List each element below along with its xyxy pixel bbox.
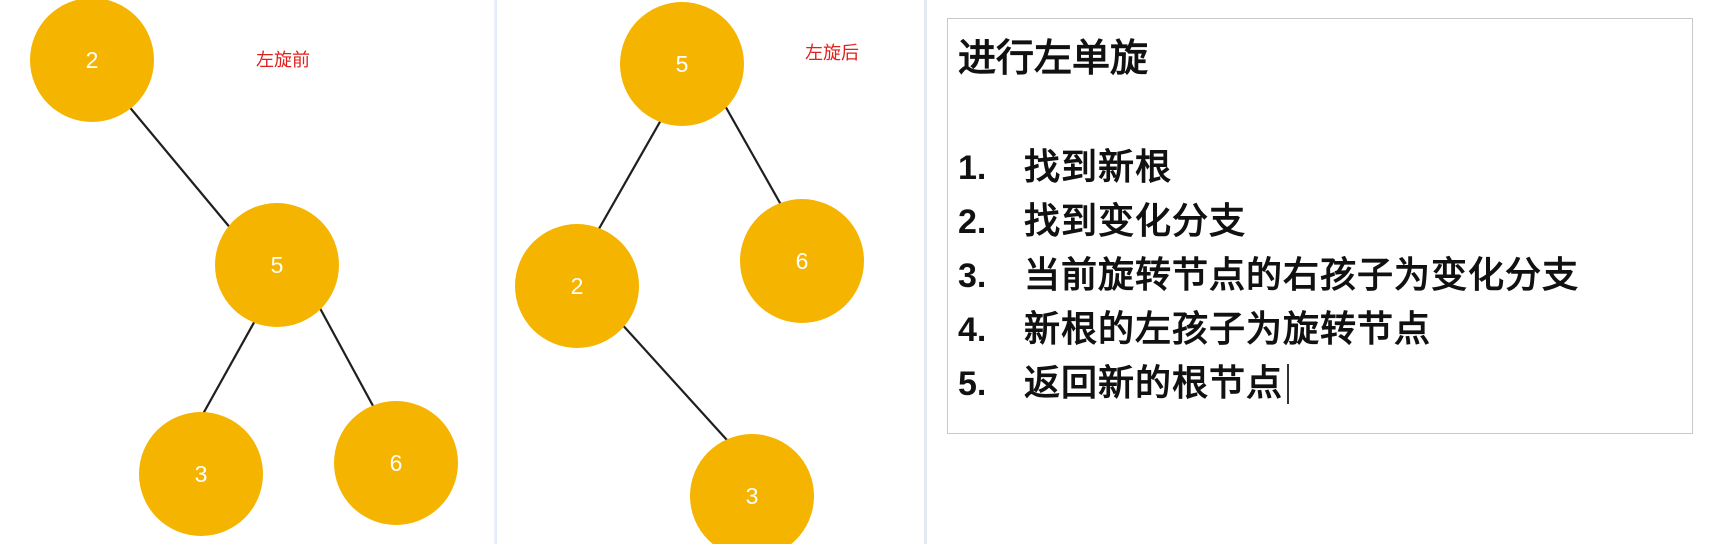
step-number: 3. — [958, 257, 987, 295]
step-text: 返回新的根节点 — [1024, 363, 1284, 404]
step-item: 3. 当前旋转节点的右孩子为变化分支 — [958, 249, 1682, 303]
tree-after-diagram: 5 2 6 3 左旋后 — [515, 2, 864, 544]
edge-2-3 — [608, 309, 737, 451]
step-number: 4. — [958, 311, 987, 349]
steps-list: 1. 找到新根 2. 找到变化分支 3. 当前旋转节点的右孩子为变化分支 4. … — [958, 141, 1682, 411]
step-number: 1. — [958, 149, 987, 187]
text-cursor — [1287, 364, 1290, 404]
step-item: 1. 找到新根 — [958, 141, 1682, 195]
node-2-label: 2 — [86, 47, 99, 73]
tree-before-diagram: 2 5 3 6 左旋前 — [30, 0, 458, 536]
caption-after: 左旋后 — [805, 43, 859, 64]
stage: 2 5 3 6 左旋前 5 2 6 3 左旋后 进行左单旋 1. 找到新根 2.… — [0, 0, 1714, 544]
steps-textbox[interactable]: 进行左单旋 1. 找到新根 2. 找到变化分支 3. 当前旋转节点的右孩子为变化… — [947, 18, 1693, 434]
step-text: 当前旋转节点的右孩子为变化分支 — [1024, 255, 1580, 296]
step-number: 2. — [958, 203, 987, 241]
tree-before-panel: 2 5 3 6 左旋前 — [0, 0, 497, 544]
step-item: 2. 找到变化分支 — [958, 195, 1682, 249]
step-text: 找到变化分支 — [1024, 201, 1247, 242]
step-item: 5. 返回新的根节点 — [958, 357, 1682, 411]
step-text: 找到新根 — [1024, 147, 1173, 188]
node-3-label: 3 — [746, 483, 759, 509]
node-2-label: 2 — [571, 273, 584, 299]
tree-after-panel: 5 2 6 3 左旋后 — [497, 0, 927, 544]
steps-panel: 进行左单旋 1. 找到新根 2. 找到变化分支 3. 当前旋转节点的右孩子为变化… — [927, 0, 1714, 544]
node-3-label: 3 — [195, 461, 208, 487]
step-number: 5. — [958, 365, 987, 403]
node-6-label: 6 — [390, 450, 403, 476]
step-text: 新根的左孩子为旋转节点 — [1024, 309, 1432, 350]
step-item: 4. 新根的左孩子为旋转节点 — [958, 303, 1682, 357]
node-5-label: 5 — [271, 252, 284, 278]
steps-title: 进行左单旋 — [958, 36, 1149, 80]
node-5-label: 5 — [676, 51, 689, 77]
edge-2-5 — [116, 91, 238, 237]
caption-before: 左旋前 — [256, 50, 310, 71]
node-6-label: 6 — [796, 248, 809, 274]
